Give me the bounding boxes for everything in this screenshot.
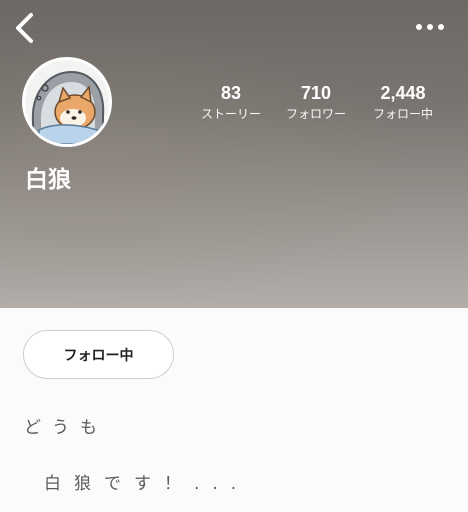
more-horizontal-icon (416, 24, 444, 30)
stat-value: 2,448 (380, 83, 426, 103)
stat-value: 710 (300, 83, 332, 103)
stat-label: フォロワー (285, 107, 346, 121)
profile-header: 83 ストーリー 710 フォロワー 2,448 フォロー中 白狼 (0, 0, 468, 308)
stat-following[interactable]: 2,448 フォロー中 (358, 82, 448, 123)
stat-followers[interactable]: 710 フォロワー (271, 82, 361, 123)
profile-name: 白狼 (25, 167, 71, 193)
following-button[interactable]: フォロー中 (23, 330, 174, 379)
stat-value: 83 (220, 83, 242, 103)
more-button[interactable] (414, 16, 446, 38)
chevron-left-icon (16, 13, 33, 43)
bio-line: 白狼です！... (44, 474, 250, 494)
stat-label: ストーリー (200, 107, 261, 121)
stat-stories[interactable]: 83 ストーリー (186, 82, 276, 123)
profile-bio: どうも 白狼です！... (24, 416, 444, 496)
bio-line: どうも (24, 418, 108, 438)
stat-label: フォロー中 (372, 107, 433, 121)
profile-stats: 83 ストーリー 710 フォロワー 2,448 フォロー中 (186, 82, 456, 132)
shiba-dog-avatar-icon (25, 60, 109, 144)
avatar[interactable] (22, 57, 112, 147)
back-button[interactable] (8, 8, 44, 48)
